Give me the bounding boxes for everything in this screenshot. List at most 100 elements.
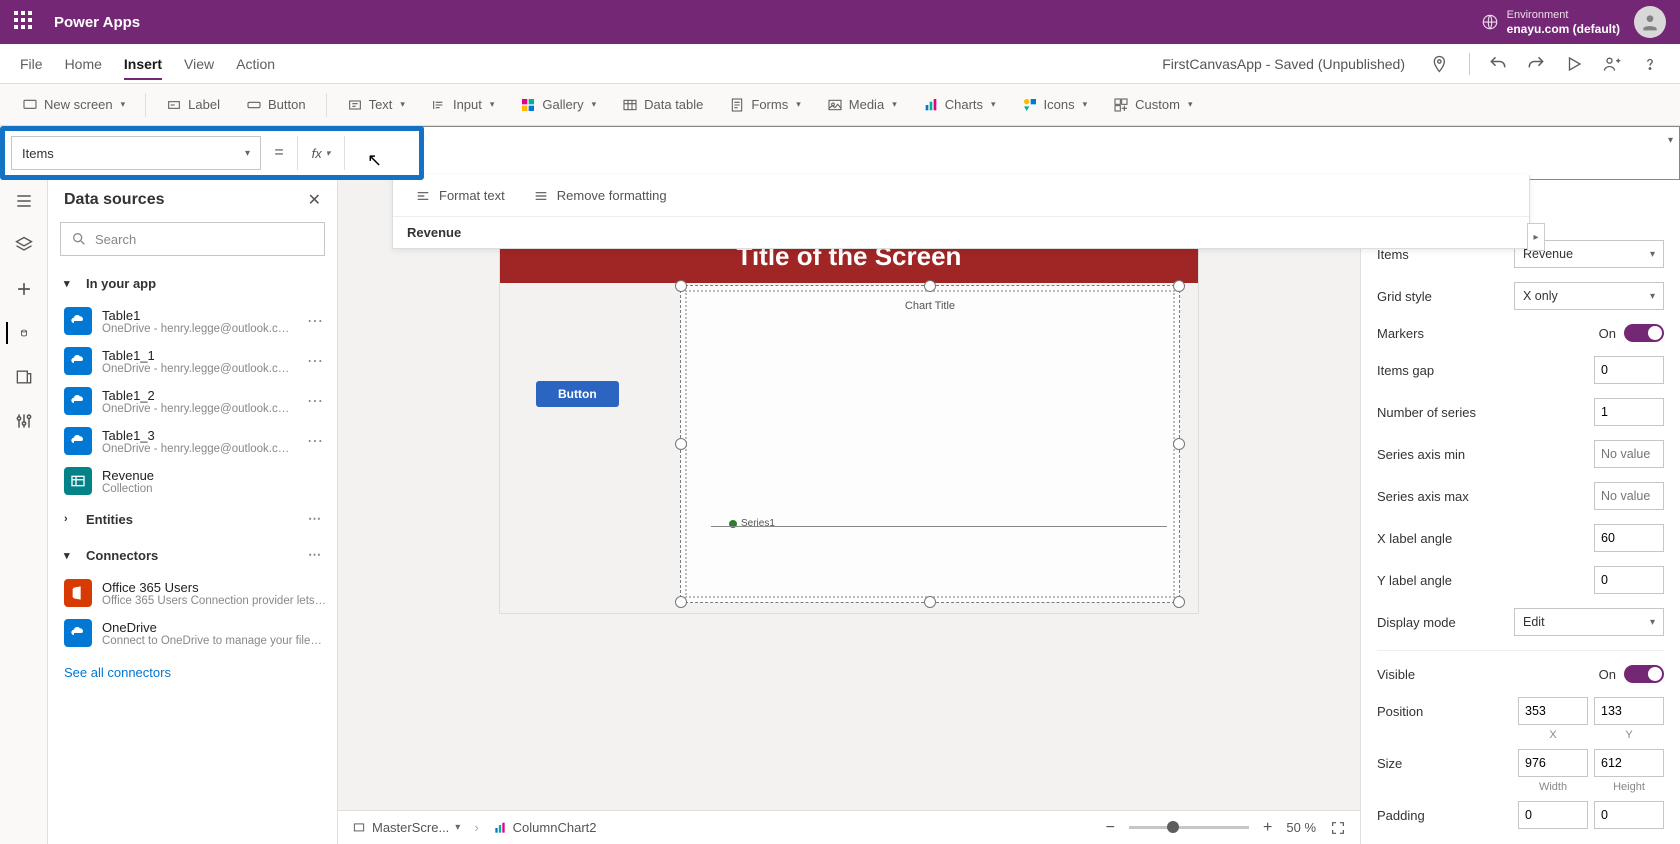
- canvas-footer: MasterScre...▾ › ColumnChart2 − + 50 %: [338, 810, 1360, 844]
- user-avatar[interactable]: [1634, 6, 1666, 38]
- play-icon[interactable]: [1564, 54, 1584, 74]
- prop-label: Padding: [1377, 808, 1518, 823]
- number-series-input[interactable]: [1594, 398, 1664, 426]
- chevron-down-icon[interactable]: ▾: [1668, 135, 1673, 146]
- menu-insert[interactable]: Insert: [124, 56, 162, 80]
- width-input[interactable]: [1518, 749, 1588, 777]
- prop-label: Series axis max: [1377, 489, 1594, 504]
- redo-icon[interactable]: [1526, 54, 1546, 74]
- zoom-out-icon[interactable]: −: [1106, 819, 1115, 837]
- resize-handle[interactable]: [675, 438, 687, 450]
- input-button[interactable]: Input▾: [421, 93, 504, 117]
- resize-handle[interactable]: [1173, 438, 1185, 450]
- more-icon[interactable]: ⋯: [303, 431, 327, 451]
- waffle-icon[interactable]: [14, 11, 36, 33]
- custom-button[interactable]: Custom▾: [1103, 93, 1202, 117]
- resize-handle[interactable]: [675, 596, 687, 608]
- selected-chart[interactable]: Chart Title Series1: [680, 285, 1180, 603]
- y-angle-input[interactable]: [1594, 566, 1664, 594]
- collection-icon: [64, 467, 92, 495]
- new-screen-button[interactable]: New screen▾: [12, 93, 135, 117]
- axis-min-input[interactable]: [1594, 440, 1664, 468]
- group-entities[interactable]: ›Entities⋯: [48, 501, 337, 537]
- tree-view-icon[interactable]: [13, 190, 35, 212]
- property-name: Items: [22, 146, 54, 161]
- formula-input[interactable]: Revenue ▾: [346, 126, 1680, 180]
- axis-max-input[interactable]: [1594, 482, 1664, 510]
- label-button[interactable]: Label: [156, 93, 230, 117]
- menu-home[interactable]: Home: [65, 56, 102, 72]
- data-sources-panel: Data sources ✕ Search ▾In your app Table…: [48, 180, 338, 844]
- intellisense-suggestion[interactable]: Revenue: [393, 217, 1529, 248]
- format-text-button[interactable]: Format text: [415, 188, 505, 204]
- data-table-button[interactable]: Data table: [612, 93, 713, 117]
- position-x-input[interactable]: [1518, 697, 1588, 725]
- more-icon[interactable]: ⋯: [303, 391, 327, 411]
- expand-formula-icon[interactable]: ▸: [1527, 223, 1545, 251]
- zoom-in-icon[interactable]: +: [1263, 819, 1272, 837]
- fit-to-screen-icon[interactable]: [1330, 820, 1346, 836]
- datasource-item[interactable]: Table1OneDrive - henry.legge@outlook.com…: [48, 301, 337, 341]
- advanced-tools-icon[interactable]: [13, 410, 35, 432]
- more-icon[interactable]: ⋯: [303, 311, 327, 331]
- datasource-item[interactable]: Table1_2OneDrive - henry.legge@outlook.c…: [48, 381, 337, 421]
- environment-picker[interactable]: Environment enayu.com (default): [1507, 8, 1620, 36]
- see-all-connectors[interactable]: See all connectors: [48, 653, 337, 692]
- charts-button[interactable]: Charts▾: [913, 93, 1006, 117]
- search-input[interactable]: Search: [60, 222, 325, 256]
- grid-style-dropdown[interactable]: X only▾: [1514, 282, 1664, 310]
- gallery-button[interactable]: Gallery▾: [510, 93, 606, 117]
- resize-handle[interactable]: [924, 280, 936, 292]
- button-button[interactable]: Button: [236, 93, 316, 117]
- canvas-button[interactable]: Button: [536, 381, 619, 407]
- share-icon[interactable]: [1602, 54, 1622, 74]
- resize-handle[interactable]: [924, 596, 936, 608]
- media-button[interactable]: Media▾: [817, 93, 907, 117]
- remove-formatting-button[interactable]: Remove formatting: [533, 188, 667, 204]
- icons-button[interactable]: Icons▾: [1012, 93, 1098, 117]
- zoom-slider[interactable]: [1129, 826, 1249, 829]
- padding-input[interactable]: [1518, 801, 1588, 829]
- prop-label: Position: [1377, 704, 1518, 719]
- media-panel-icon[interactable]: [13, 366, 35, 388]
- forms-button[interactable]: Forms▾: [719, 93, 810, 117]
- resize-handle[interactable]: [1173, 596, 1185, 608]
- app-screen[interactable]: Title of the Screen Button Chart Title S…: [499, 234, 1199, 614]
- data-icon[interactable]: [6, 322, 28, 344]
- datasource-item[interactable]: Table1_3OneDrive - henry.legge@outlook.c…: [48, 421, 337, 461]
- menu-action[interactable]: Action: [236, 56, 275, 72]
- datasource-item[interactable]: RevenueCollection ⋯: [48, 461, 337, 501]
- app-checker-icon[interactable]: [1431, 54, 1451, 74]
- text-button[interactable]: Text▾: [337, 93, 415, 117]
- add-icon[interactable]: [13, 278, 35, 300]
- layers-icon[interactable]: [13, 234, 35, 256]
- connector-item[interactable]: OneDriveConnect to OneDrive to manage yo…: [48, 613, 337, 653]
- help-icon[interactable]: [1640, 54, 1660, 74]
- environment-icon: [1481, 13, 1499, 31]
- undo-icon[interactable]: [1488, 54, 1508, 74]
- prop-label: Size: [1377, 756, 1518, 771]
- more-icon[interactable]: ⋯: [303, 351, 327, 371]
- menu-file[interactable]: File: [20, 56, 43, 72]
- menu-view[interactable]: View: [184, 56, 214, 72]
- display-mode-dropdown[interactable]: Edit▾: [1514, 608, 1664, 636]
- chart-title: Chart Title: [681, 300, 1179, 312]
- datasource-item[interactable]: Table1_1OneDrive - henry.legge@outlook.c…: [48, 341, 337, 381]
- items-gap-input[interactable]: [1594, 356, 1664, 384]
- resize-handle[interactable]: [1173, 280, 1185, 292]
- resize-handle[interactable]: [675, 280, 687, 292]
- position-y-input[interactable]: [1594, 697, 1664, 725]
- group-in-your-app[interactable]: ▾In your app: [48, 266, 337, 301]
- fx-button[interactable]: fx▾: [297, 136, 345, 170]
- connector-item[interactable]: Office 365 UsersOffice 365 Users Connect…: [48, 573, 337, 613]
- markers-toggle[interactable]: [1624, 324, 1664, 342]
- padding-input[interactable]: [1594, 801, 1664, 829]
- breadcrumb-control[interactable]: ColumnChart2: [493, 820, 597, 835]
- group-connectors[interactable]: ▾Connectors⋯: [48, 537, 337, 573]
- x-angle-input[interactable]: [1594, 524, 1664, 552]
- breadcrumb-screen[interactable]: MasterScre...▾: [352, 820, 460, 835]
- height-input[interactable]: [1594, 749, 1664, 777]
- close-icon[interactable]: ✕: [308, 190, 321, 210]
- visible-toggle[interactable]: [1624, 665, 1664, 683]
- property-selector[interactable]: Items ▾: [11, 136, 261, 170]
